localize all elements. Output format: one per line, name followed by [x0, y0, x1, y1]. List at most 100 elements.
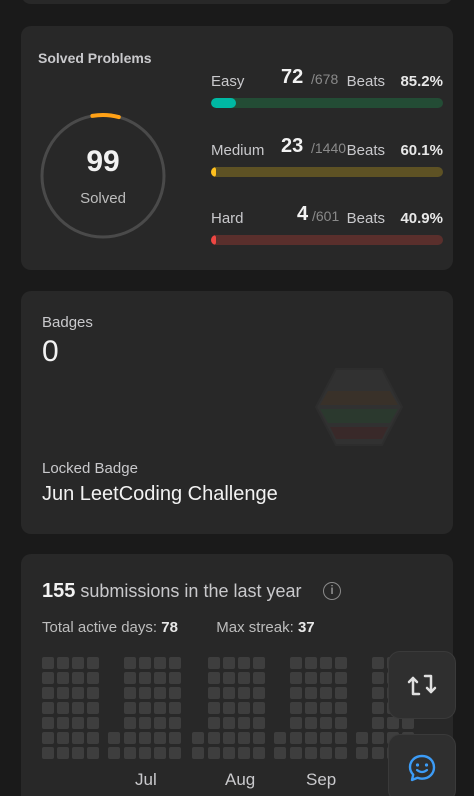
heatmap-cell[interactable] [335, 747, 347, 759]
heatmap-cell[interactable] [72, 747, 84, 759]
badges-card[interactable]: Badges 0 Locked Badge Jun LeetCoding Cha… [21, 291, 453, 534]
heatmap-cell[interactable] [372, 732, 384, 744]
heatmap-cell[interactable] [238, 747, 250, 759]
heatmap-cell[interactable] [320, 657, 332, 669]
heatmap-cell[interactable] [305, 732, 317, 744]
heatmap-cell[interactable] [356, 747, 368, 759]
heatmap-cell[interactable] [124, 717, 136, 729]
heatmap-cell[interactable] [192, 747, 204, 759]
heatmap-cell[interactable] [57, 732, 69, 744]
heatmap-cell[interactable] [154, 717, 166, 729]
heatmap-cell[interactable] [42, 702, 54, 714]
heatmap-cell[interactable] [253, 687, 265, 699]
heatmap-cell[interactable] [208, 657, 220, 669]
heatmap-cell[interactable] [372, 747, 384, 759]
heatmap-cell[interactable] [87, 657, 99, 669]
heatmap-cell[interactable] [305, 657, 317, 669]
heatmap-cell[interactable] [169, 732, 181, 744]
heatmap-cell[interactable] [124, 732, 136, 744]
heatmap-cell[interactable] [223, 717, 235, 729]
heatmap-cell[interactable] [72, 717, 84, 729]
heatmap-cell[interactable] [169, 717, 181, 729]
heatmap-cell[interactable] [139, 747, 151, 759]
heatmap-cell[interactable] [223, 702, 235, 714]
heatmap-cell[interactable] [238, 702, 250, 714]
heatmap-cell[interactable] [305, 687, 317, 699]
heatmap-cell[interactable] [335, 657, 347, 669]
heatmap-cell[interactable] [290, 657, 302, 669]
heatmap-cell[interactable] [253, 672, 265, 684]
heatmap-cell[interactable] [124, 687, 136, 699]
heatmap-cell[interactable] [42, 717, 54, 729]
heatmap-cell[interactable] [335, 687, 347, 699]
heatmap-cell[interactable] [154, 732, 166, 744]
heatmap-cell[interactable] [87, 747, 99, 759]
heatmap-cell[interactable] [290, 672, 302, 684]
heatmap-cell[interactable] [57, 717, 69, 729]
heatmap-cell[interactable] [42, 747, 54, 759]
heatmap-cell[interactable] [208, 687, 220, 699]
heatmap-cell[interactable] [42, 687, 54, 699]
heatmap-cell[interactable] [335, 717, 347, 729]
heatmap-cell[interactable] [169, 657, 181, 669]
heatmap-cell[interactable] [208, 732, 220, 744]
heatmap-cell[interactable] [72, 732, 84, 744]
heatmap-cell[interactable] [223, 657, 235, 669]
heatmap-cell[interactable] [253, 747, 265, 759]
switch-layout-button[interactable] [388, 651, 456, 719]
heatmap-cell[interactable] [57, 702, 69, 714]
heatmap-cell[interactable] [305, 672, 317, 684]
heatmap-cell[interactable] [223, 687, 235, 699]
heatmap-cell[interactable] [253, 702, 265, 714]
heatmap-cell[interactable] [356, 732, 368, 744]
heatmap-cell[interactable] [208, 702, 220, 714]
heatmap-cell[interactable] [238, 717, 250, 729]
heatmap-cell[interactable] [372, 672, 384, 684]
heatmap-cell[interactable] [87, 687, 99, 699]
heatmap-cell[interactable] [290, 747, 302, 759]
heatmap-cell[interactable] [372, 717, 384, 729]
heatmap-cell[interactable] [192, 732, 204, 744]
heatmap-cell[interactable] [238, 687, 250, 699]
locked-badge-icon[interactable] [314, 367, 404, 447]
heatmap-cell[interactable] [320, 732, 332, 744]
heatmap-cell[interactable] [154, 747, 166, 759]
heatmap-cell[interactable] [223, 732, 235, 744]
heatmap-cell[interactable] [290, 732, 302, 744]
heatmap-cell[interactable] [87, 672, 99, 684]
heatmap-cell[interactable] [274, 732, 286, 744]
info-icon[interactable]: i [323, 582, 341, 600]
heatmap-cell[interactable] [124, 672, 136, 684]
heatmap-cell[interactable] [238, 672, 250, 684]
heatmap-cell[interactable] [72, 657, 84, 669]
heatmap-cell[interactable] [305, 702, 317, 714]
heatmap-cell[interactable] [305, 747, 317, 759]
heatmap-cell[interactable] [290, 687, 302, 699]
heatmap-cell[interactable] [372, 702, 384, 714]
heatmap-cell[interactable] [42, 657, 54, 669]
heatmap-cell[interactable] [139, 672, 151, 684]
heatmap-cell[interactable] [335, 672, 347, 684]
heatmap-cell[interactable] [169, 747, 181, 759]
heatmap-cell[interactable] [124, 657, 136, 669]
heatmap-cell[interactable] [72, 687, 84, 699]
solved-ring[interactable]: 99 Solved [39, 112, 167, 240]
heatmap-cell[interactable] [208, 747, 220, 759]
heatmap-cell[interactable] [305, 717, 317, 729]
heatmap-cell[interactable] [320, 672, 332, 684]
heatmap-cell[interactable] [139, 687, 151, 699]
heatmap-cell[interactable] [42, 672, 54, 684]
heatmap-cell[interactable] [57, 672, 69, 684]
heatmap-cell[interactable] [320, 717, 332, 729]
heatmap-cell[interactable] [87, 702, 99, 714]
heatmap-cell[interactable] [372, 657, 384, 669]
heatmap-cell[interactable] [108, 747, 120, 759]
heatmap-cell[interactable] [169, 702, 181, 714]
heatmap-cell[interactable] [169, 672, 181, 684]
heatmap-cell[interactable] [72, 702, 84, 714]
heatmap-cell[interactable] [238, 657, 250, 669]
heatmap-cell[interactable] [223, 672, 235, 684]
heatmap-cell[interactable] [57, 657, 69, 669]
heatmap-cell[interactable] [208, 717, 220, 729]
heatmap-cell[interactable] [372, 687, 384, 699]
